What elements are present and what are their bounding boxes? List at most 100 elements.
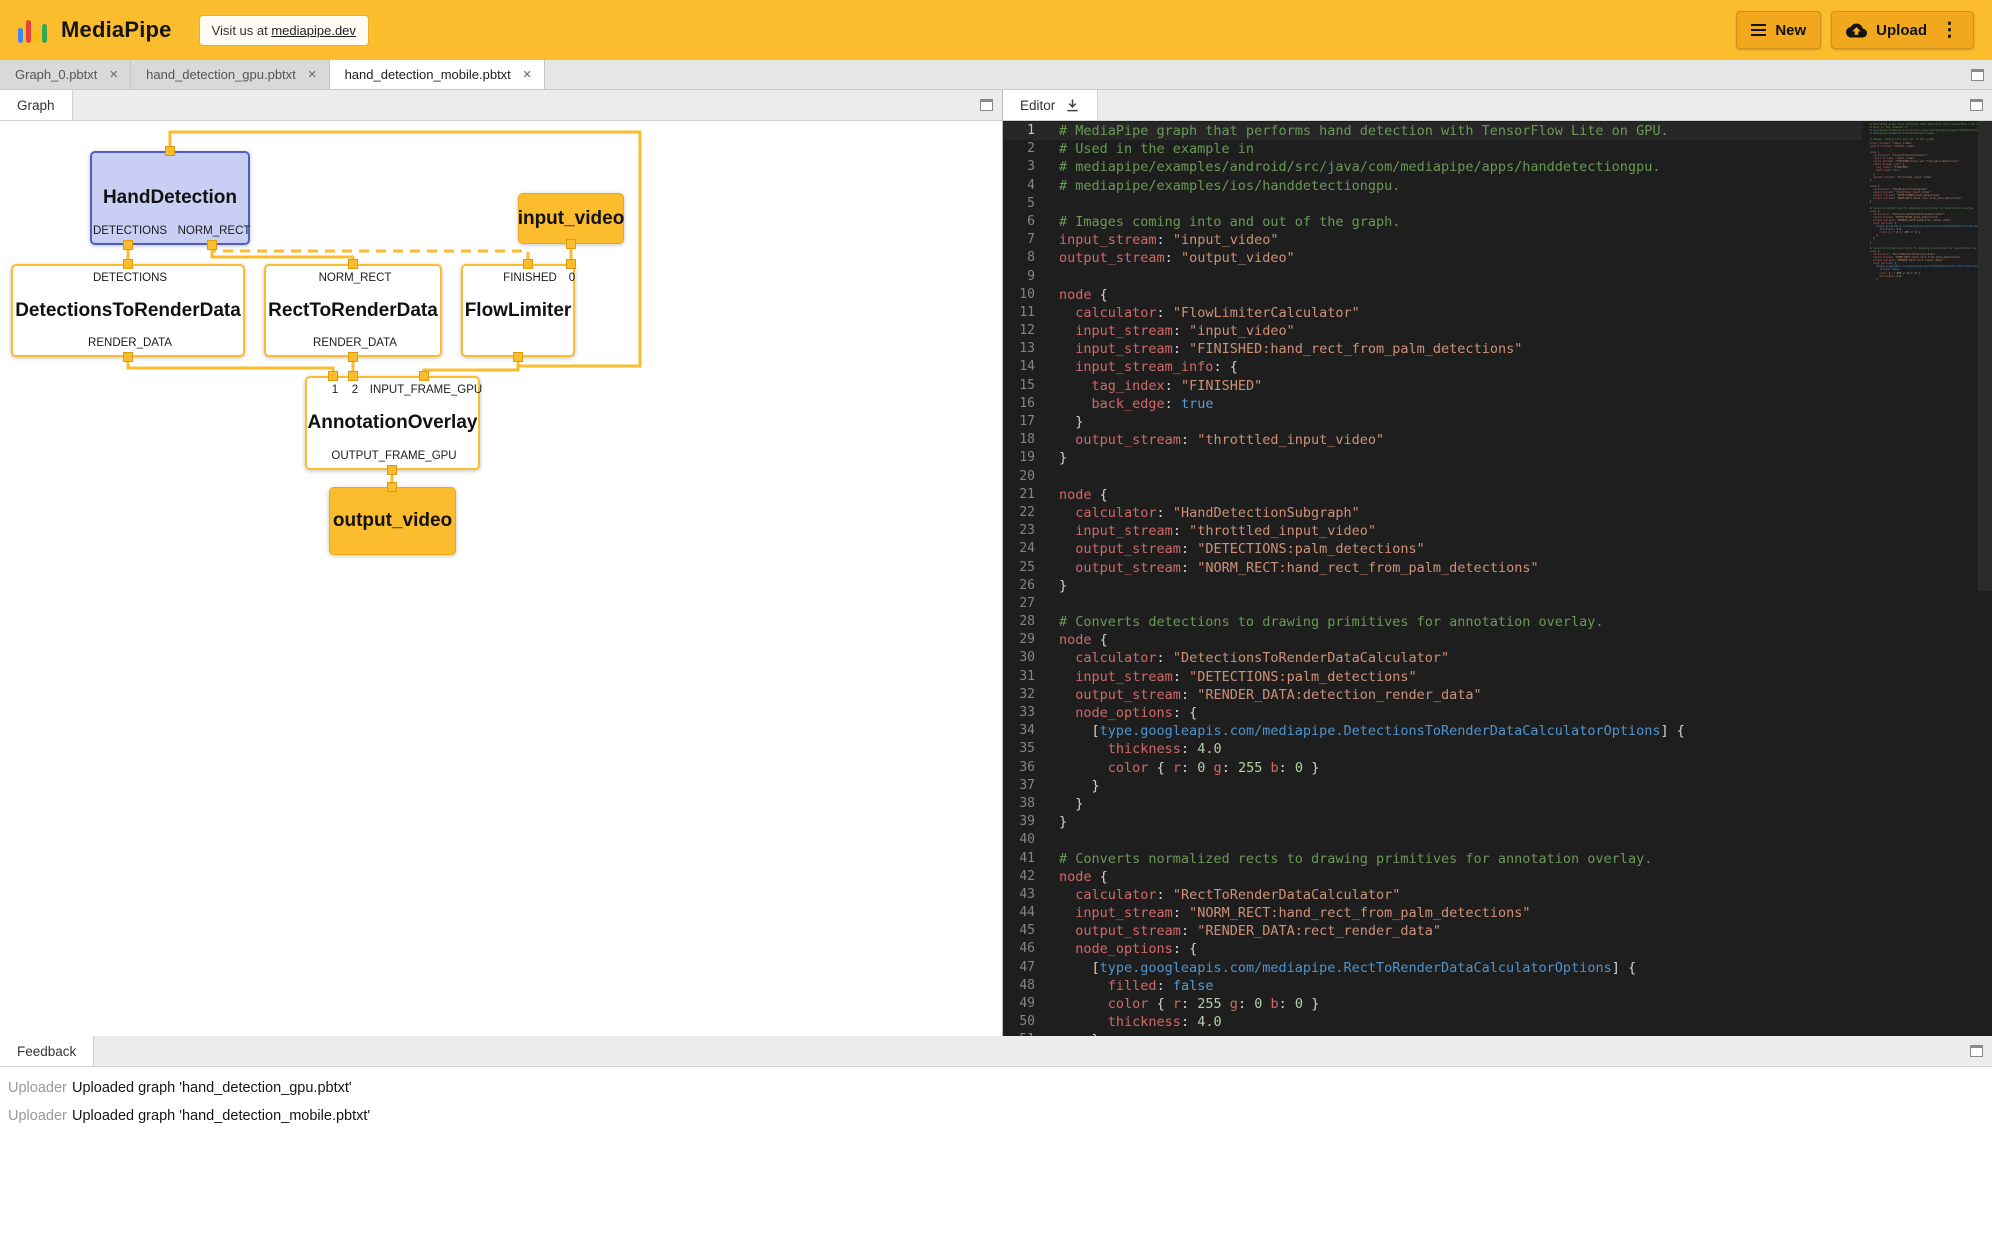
code-line[interactable]: 14 input_stream_info: { (1003, 358, 1862, 376)
line-number: 40 (1003, 831, 1059, 849)
code-text: node { (1059, 631, 1108, 649)
code-line[interactable]: 21node { (1003, 486, 1862, 504)
code-line[interactable]: 51 } (1003, 1031, 1862, 1036)
code-line[interactable]: 12 input_stream: "input_video" (1003, 322, 1862, 340)
code-line[interactable]: 45 output_stream: "RENDER_DATA:rect_rend… (1003, 922, 1862, 940)
graph-node-hand-detection[interactable]: DETECTIONSNORM_RECTHandDetection (90, 151, 250, 245)
code-text: thickness: 4.0 (1059, 1013, 1222, 1031)
code-line[interactable]: 32 output_stream: "RENDER_DATA:detection… (1003, 686, 1862, 704)
code-line[interactable]: 31 input_stream: "DETECTIONS:palm_detect… (1003, 668, 1862, 686)
code-line[interactable]: 43 calculator: "RectToRenderDataCalculat… (1003, 886, 1862, 904)
close-tab-icon[interactable]: × (523, 66, 532, 83)
code-line[interactable]: 37 } (1003, 777, 1862, 795)
code-line[interactable]: 48 filled: false (1003, 977, 1862, 995)
code-line[interactable]: 38 } (1003, 795, 1862, 813)
code-line[interactable]: 9 (1003, 268, 1862, 286)
code-line[interactable]: 46 node_options: { (1003, 940, 1862, 958)
file-tab[interactable]: hand_detection_gpu.pbtxt× (131, 60, 329, 89)
code-line[interactable]: 41# Converts normalized rects to drawing… (1003, 850, 1862, 868)
code-text: # mediapipe/examples/ios/handdetectiongp… (1059, 177, 1400, 195)
code-line[interactable]: 13 input_stream: "FINISHED:hand_rect_fro… (1003, 340, 1862, 358)
graph-node-input-video[interactable]: input_video (518, 193, 624, 244)
graph-node-flow-limiter[interactable]: FINISHED0FlowLimiter (461, 264, 575, 357)
upload-button[interactable]: Upload ⋮ (1831, 11, 1974, 49)
node-label: input_video (518, 208, 625, 230)
node-label: DetectionsToRenderData (15, 300, 241, 322)
code-line[interactable]: 20 (1003, 468, 1862, 486)
minimap-slider[interactable] (1978, 121, 1992, 591)
code-line[interactable]: 4# mediapipe/examples/ios/handdetectiong… (1003, 177, 1862, 195)
code-line[interactable]: 15 tag_index: "FINISHED" (1003, 377, 1862, 395)
line-number: 2 (1003, 140, 1059, 158)
code-text: input_stream: "FINISHED:hand_rect_from_p… (1059, 340, 1522, 358)
file-tab-label: hand_detection_mobile.pbtxt (345, 67, 511, 82)
code-line[interactable]: 25 output_stream: "NORM_RECT:hand_rect_f… (1003, 559, 1862, 577)
new-button[interactable]: New (1736, 11, 1821, 49)
code-line[interactable]: 2# Used in the example in (1003, 140, 1862, 158)
line-number: 10 (1003, 286, 1059, 304)
code-line[interactable]: 35 thickness: 4.0 (1003, 740, 1862, 758)
code-text: color { r: 0 g: 255 b: 0 } (1059, 759, 1319, 777)
maximize-feedback-icon[interactable] (1970, 1045, 1983, 1057)
graph-node-detections-to-render-data[interactable]: DETECTIONSRENDER_DATADetectionsToRenderD… (11, 264, 245, 357)
code-line[interactable]: 39} (1003, 813, 1862, 831)
code-line[interactable]: 49 color { r: 255 g: 0 b: 0 } (1003, 995, 1862, 1013)
code-line[interactable]: 11 calculator: "FlowLimiterCalculator" (1003, 304, 1862, 322)
code-line[interactable]: 23 input_stream: "throttled_input_video" (1003, 522, 1862, 540)
code-line[interactable]: 3# mediapipe/examples/android/src/java/c… (1003, 158, 1862, 176)
code-line[interactable]: 10node { (1003, 286, 1862, 304)
code-line[interactable]: 27 (1003, 595, 1862, 613)
maximize-editor-icon[interactable] (1970, 99, 1983, 111)
download-icon[interactable] (1065, 98, 1080, 113)
code-line[interactable]: 26} (1003, 577, 1862, 595)
code-line[interactable]: 16 back_edge: true (1003, 395, 1862, 413)
graph-edge (424, 357, 518, 376)
code-line[interactable]: 8output_stream: "output_video" (1003, 249, 1862, 267)
maximize-graph-icon[interactable] (980, 99, 993, 111)
code-text: input_stream: "input_video" (1059, 231, 1279, 249)
code-line[interactable]: 36 color { r: 0 g: 255 b: 0 } (1003, 759, 1862, 777)
code-line[interactable]: 34 [type.googleapis.com/mediapipe.Detect… (1003, 722, 1862, 740)
file-tab[interactable]: Graph_0.pbtxt× (0, 60, 131, 89)
file-tab[interactable]: hand_detection_mobile.pbtxt × (330, 60, 545, 89)
code-line[interactable]: 22 calculator: "HandDetectionSubgraph" (1003, 504, 1862, 522)
code-line[interactable]: 24 output_stream: "DETECTIONS:palm_detec… (1003, 540, 1862, 558)
code-line[interactable]: 50 thickness: 4.0 (1003, 1013, 1862, 1031)
code-line[interactable]: 7input_stream: "input_video" (1003, 231, 1862, 249)
close-tab-icon[interactable]: × (308, 66, 317, 83)
code-line[interactable]: 44 input_stream: "NORM_RECT:hand_rect_fr… (1003, 904, 1862, 922)
code-line[interactable]: 17 } (1003, 413, 1862, 431)
code-line[interactable]: 6# Images coming into and out of the gra… (1003, 213, 1862, 231)
code-text: } (1059, 813, 1067, 831)
graph-node-annotation-overlay[interactable]: 12INPUT_FRAME_GPUOUTPUT_FRAME_GPUAnnotat… (305, 376, 480, 470)
more-options-icon[interactable]: ⋮ (1940, 21, 1959, 40)
code-line[interactable]: 42node { (1003, 868, 1862, 886)
code-line[interactable]: 47 [type.googleapis.com/mediapipe.RectTo… (1003, 959, 1862, 977)
visit-text: Visit us at (212, 23, 272, 38)
code-line[interactable]: 19} (1003, 449, 1862, 467)
close-tab-icon[interactable]: × (109, 66, 118, 83)
graph-canvas[interactable]: DETECTIONSNORM_RECTHandDetection input_vi… (0, 121, 1002, 1036)
port-label: FINISHED (503, 272, 557, 284)
main-area: Graph DETECTIONSNORM_RECTHandDetectionin… (0, 90, 1992, 1036)
minimap[interactable]: # MediaPipe graph that performs hand det… (1870, 123, 1978, 281)
code-line[interactable]: 1# MediaPipe graph that performs hand de… (1003, 122, 1862, 140)
graph-node-output-video[interactable]: output_video (329, 487, 456, 555)
graph-node-rect-to-render-data[interactable]: NORM_RECTRENDER_DATARectToRenderData (264, 264, 442, 357)
code-text: } (1059, 577, 1067, 595)
editor-tab[interactable]: Editor (1003, 90, 1098, 120)
code-line[interactable]: 33 node_options: { (1003, 704, 1862, 722)
maximize-window-icon[interactable] (1971, 69, 1984, 81)
mediapipe-link[interactable]: mediapipe.dev (271, 23, 356, 38)
code-line[interactable]: 40 (1003, 831, 1862, 849)
graph-tab[interactable]: Graph (0, 90, 73, 120)
code-line[interactable]: 28# Converts detections to drawing primi… (1003, 613, 1862, 631)
code-editor[interactable]: 1# MediaPipe graph that performs hand de… (1003, 121, 1992, 1036)
editor-tab-label: Editor (1020, 98, 1055, 113)
code-line[interactable]: 30 calculator: "DetectionsToRenderDataCa… (1003, 649, 1862, 667)
code-line[interactable]: 5 (1003, 195, 1862, 213)
code-text: output_stream: "RENDER_DATA:rect_render_… (1059, 922, 1441, 940)
code-line[interactable]: 29node { (1003, 631, 1862, 649)
feedback-tab[interactable]: Feedback (0, 1036, 94, 1066)
code-line[interactable]: 18 output_stream: "throttled_input_video… (1003, 431, 1862, 449)
